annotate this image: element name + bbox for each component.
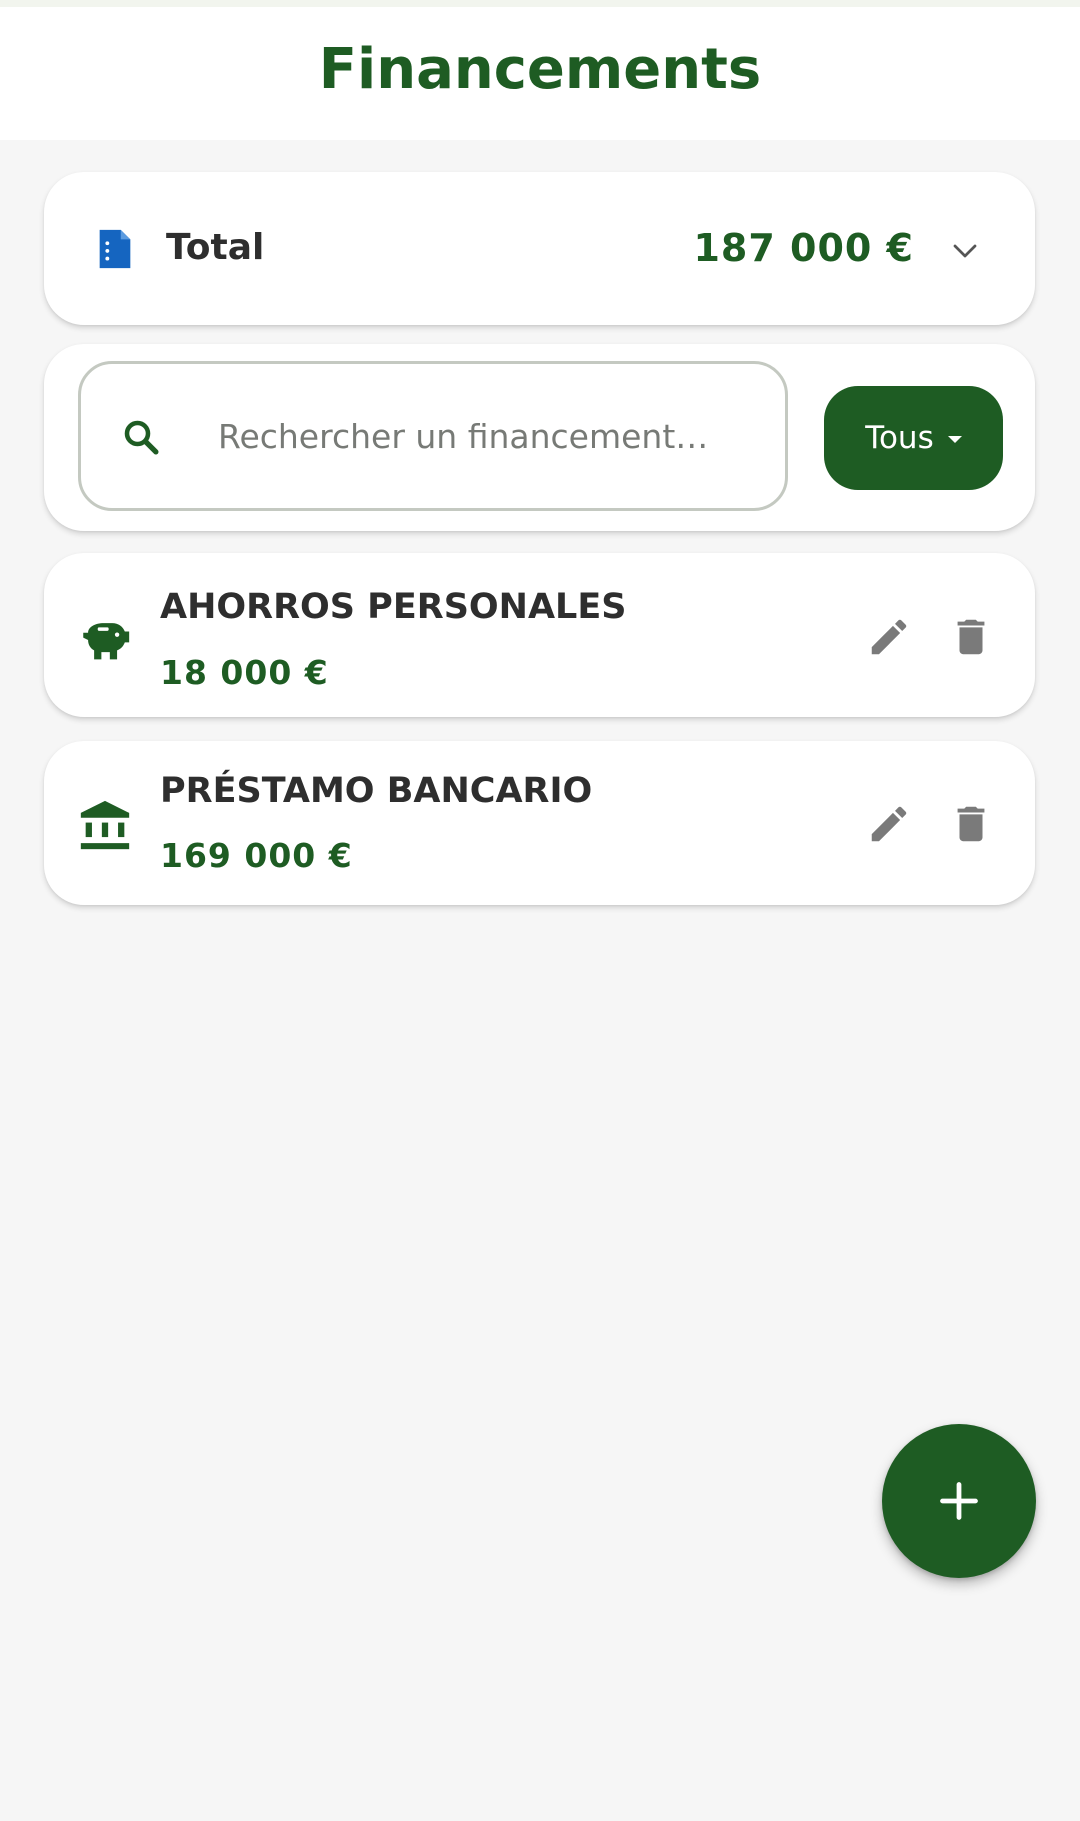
item-amount: 169 000 €: [160, 836, 353, 875]
item-amount: 18 000 €: [160, 653, 329, 692]
delete-icon[interactable]: [948, 614, 994, 660]
page-title: Financements: [318, 37, 762, 102]
caret-down-icon: [947, 435, 962, 443]
search-icon: [124, 420, 159, 455]
total-amount: 187 000 €: [693, 226, 914, 270]
filter-dropdown-button[interactable]: Tous: [824, 386, 1003, 490]
edit-icon[interactable]: [866, 801, 912, 847]
filter-label: Tous: [865, 420, 934, 456]
total-label: Total: [166, 227, 265, 268]
edit-icon[interactable]: [866, 614, 912, 660]
piggy-bank-icon: [83, 623, 130, 660]
add-financing-button[interactable]: [882, 1424, 1036, 1578]
chevron-down-icon[interactable]: [950, 236, 980, 266]
delete-icon[interactable]: [948, 801, 994, 847]
status-strip: [0, 0, 1080, 7]
item-name: AHORROS PERSONALES: [160, 587, 627, 627]
document-icon: [99, 229, 131, 269]
search-input[interactable]: [218, 406, 718, 466]
bank-icon: [80, 800, 130, 850]
app-header: Financements: [0, 7, 1080, 140]
plus-icon: [940, 1482, 978, 1520]
item-name: PRÉSTAMO BANCARIO: [160, 771, 593, 811]
